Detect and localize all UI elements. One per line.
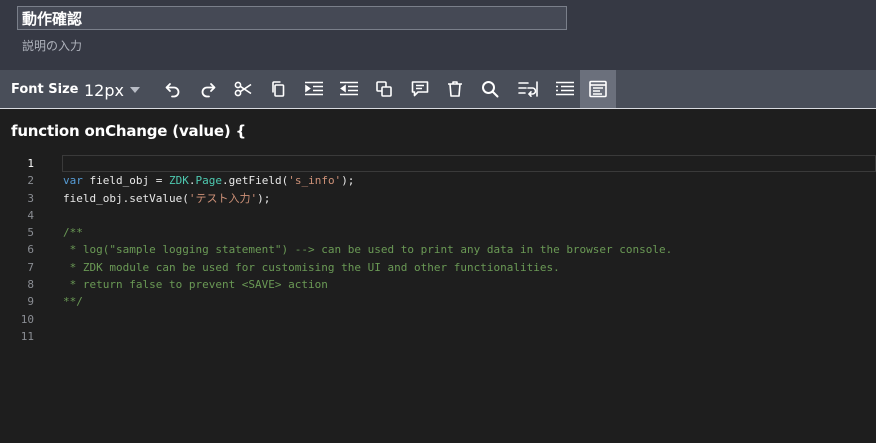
string-literal: 's_info' <box>288 174 342 188</box>
search-icon <box>482 81 499 98</box>
code-line: 6 * log("sample logging statement") --> … <box>0 241 876 258</box>
comment-text: * log("sample logging statement") --> ca… <box>63 243 673 257</box>
line-number: 1 <box>27 157 34 170</box>
function-header: function onChange (value) { <box>11 122 247 140</box>
undo-button[interactable] <box>155 70 191 108</box>
code-line: 2 var field_obj = ZDK.Page.getField('s_i… <box>0 172 876 189</box>
snippet-icon <box>589 80 607 98</box>
code-line: 11 <box>0 328 876 345</box>
duplicate-icon <box>376 81 392 97</box>
wrap-icon <box>518 81 538 97</box>
snippet-button[interactable] <box>580 70 616 108</box>
form-header: 説明の入力 <box>0 0 876 70</box>
string-literal: 'テスト入力' <box>188 191 258 205</box>
font-size-select[interactable]: 12px <box>84 79 140 101</box>
code-line: 7 * ZDK module can be used for customisi… <box>0 259 876 276</box>
font-size-value: 12px <box>84 80 124 100</box>
code-token: .getField( <box>221 174 289 188</box>
line-number: 11 <box>20 329 34 343</box>
copy-button[interactable] <box>260 70 296 108</box>
code-line: 5 /** <box>0 224 876 241</box>
line-number: 10 <box>20 312 34 326</box>
code-line: 10 <box>0 311 876 328</box>
duplicate-button[interactable] <box>366 70 402 108</box>
redo-icon <box>201 83 216 98</box>
comment-button[interactable] <box>402 70 438 108</box>
comment-text: **/ <box>63 295 83 309</box>
delete-button[interactable] <box>437 70 473 108</box>
line-number: 3 <box>27 191 34 205</box>
line-number: 8 <box>27 278 34 292</box>
code-line: 1 <box>0 155 876 172</box>
redo-button[interactable] <box>190 70 226 108</box>
code-token: Page <box>195 174 222 188</box>
indent-button[interactable] <box>296 70 332 108</box>
outdent-icon <box>340 81 358 96</box>
code-token: field_obj = <box>82 174 169 188</box>
outdent-button[interactable] <box>331 70 367 108</box>
editor-toolbar: Font Size 12px <box>0 70 876 109</box>
code-token: field_obj.setValue( <box>63 191 189 205</box>
code-line: 9 **/ <box>0 293 876 310</box>
code-text: var field_obj = ZDK.Page.getField('s_inf… <box>63 172 354 189</box>
comment-text: * ZDK module can be used for customising… <box>63 260 560 274</box>
line-number: 5 <box>27 226 34 240</box>
comment-text: * return false to prevent <SAVE> action <box>63 278 328 292</box>
indent-icon <box>305 81 323 96</box>
format-icon <box>556 81 574 96</box>
description-placeholder[interactable]: 説明の入力 <box>22 37 82 54</box>
cut-button[interactable] <box>225 70 261 108</box>
code-token: ZDK <box>168 174 189 188</box>
comment-icon <box>411 81 429 97</box>
code-line: 4 <box>0 207 876 224</box>
keyword: var <box>63 174 83 188</box>
line-number: 6 <box>27 243 34 257</box>
undo-icon <box>165 83 180 98</box>
font-size-label: Font Size <box>11 82 79 97</box>
format-button[interactable] <box>547 70 583 108</box>
cut-icon <box>234 81 252 97</box>
chevron-down-icon <box>129 87 140 93</box>
comment-text: /** <box>63 226 83 240</box>
code-line: 3 field_obj.setValue('テスト入力'); <box>0 190 876 207</box>
line-number: 9 <box>27 295 34 309</box>
active-line-highlight <box>62 155 876 172</box>
line-number: 4 <box>27 208 34 222</box>
code-line: 8 * return false to prevent <SAVE> actio… <box>0 276 876 293</box>
code-editor[interactable]: 1 2 var field_obj = ZDK.Page.getField('s… <box>0 155 876 345</box>
title-input[interactable] <box>17 6 567 30</box>
line-number: 2 <box>27 174 34 188</box>
line-number: 7 <box>27 260 34 274</box>
code-text: field_obj.setValue('テスト入力'); <box>63 190 270 207</box>
code-token: ); <box>257 191 271 205</box>
delete-icon <box>448 81 462 97</box>
search-button[interactable] <box>472 70 508 108</box>
copy-icon <box>272 81 285 97</box>
wrap-button[interactable] <box>510 70 546 108</box>
code-token: ); <box>341 174 355 188</box>
